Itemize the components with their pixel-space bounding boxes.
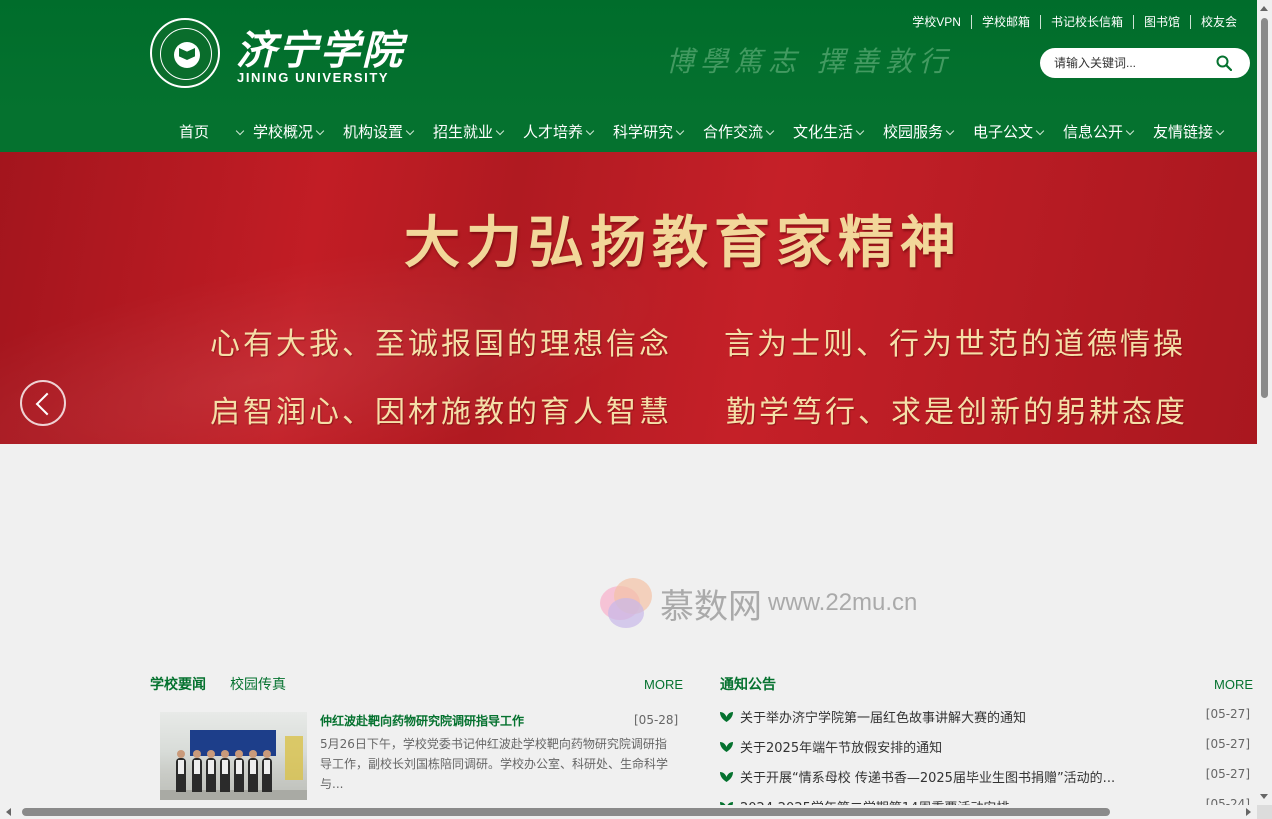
scroll-down-icon[interactable]: [1260, 794, 1268, 799]
main-nav: 首页 学校概况 机构设置 招生就业 人才培养 科学研究 合作交流 文化生活 校园…: [0, 112, 1257, 152]
news-more-link[interactable]: MORE: [644, 677, 683, 692]
tab-campus-news[interactable]: 校园传真: [230, 674, 286, 694]
vertical-scrollbar[interactable]: [1257, 0, 1272, 805]
top-utility-links: 学校VPN 学校邮箱 书记校长信箱 图书馆 校友会: [902, 15, 1237, 29]
leaf-bullet-icon: [720, 742, 733, 752]
banner-line-1: 心有大我、至诚报国的理想信念: [210, 327, 672, 362]
chevron-down-icon: [855, 126, 865, 136]
book-emblem-icon: [174, 42, 200, 68]
top-link-vpn[interactable]: 学校VPN: [902, 15, 972, 29]
featured-news-date: [05-28]: [634, 713, 679, 727]
search-icon[interactable]: [1216, 55, 1232, 71]
notices-title: 通知公告: [720, 677, 776, 693]
scrollbar-corner: [1257, 805, 1272, 819]
logo-english-name[interactable]: JINING UNIVERSITY: [237, 70, 389, 85]
chevron-down-icon: [495, 126, 505, 136]
hero-banner[interactable]: 大力弘扬教育家精神 心有大我、至诚报国的理想信念 言为士则、行为世范的道德情操 …: [0, 152, 1257, 444]
featured-news-title[interactable]: 仲红波赴靶向药物研究院调研指导工作: [320, 712, 524, 729]
university-seal-logo[interactable]: [150, 18, 220, 88]
banner-line-3: 启智润心、因材施教的育人智慧: [210, 395, 672, 430]
nav-item-e-documents[interactable]: 电子公文: [973, 112, 1045, 152]
leaf-bullet-icon: [720, 712, 733, 722]
chevron-down-icon: [235, 126, 245, 136]
watermark-logo-icon: [598, 578, 654, 628]
search-input[interactable]: [1054, 54, 1214, 72]
top-link-mailbox[interactable]: 书记校长信箱: [1041, 15, 1134, 29]
banner-line-2: 言为士则、行为世范的道德情操: [724, 327, 1186, 362]
watermark-en: www.22mu.cn: [768, 589, 918, 616]
featured-news-summary: 5月26日下午，学校党委书记仲红波赴学校靶向药物研究院调研指导工作，副校长刘国栋…: [320, 737, 669, 791]
scroll-left-icon[interactable]: [6, 808, 11, 816]
chevron-down-icon: [1215, 126, 1225, 136]
nav-item-cooperation[interactable]: 合作交流: [703, 112, 775, 152]
top-link-email[interactable]: 学校邮箱: [972, 15, 1041, 29]
school-motto: 博學篤志 擇善敦行: [666, 45, 953, 78]
list-item[interactable]: 关于2025年端午节放假安排的通知 [05-27]: [720, 737, 1250, 757]
site-header: 济宁学院 JINING UNIVERSITY 博學篤志 擇善敦行 学校VPN 学…: [0, 0, 1257, 112]
horizontal-scrollbar[interactable]: [0, 805, 1257, 819]
nav-item-culture[interactable]: 文化生活: [793, 112, 865, 152]
nav-item-research[interactable]: 科学研究: [613, 112, 685, 152]
scroll-right-icon[interactable]: [1246, 808, 1251, 816]
chevron-down-icon: [585, 126, 595, 136]
nav-item-disclosure[interactable]: 信息公开: [1063, 112, 1135, 152]
nav-item-institutions[interactable]: 机构设置: [343, 112, 415, 152]
watermark-cn: 慕数网: [660, 586, 762, 627]
nav-item-campus-services[interactable]: 校园服务: [883, 112, 955, 152]
chevron-down-icon: [945, 126, 955, 136]
banner-title: 大力弘扬教育家精神: [404, 210, 962, 276]
vertical-scroll-thumb[interactable]: [1261, 18, 1268, 398]
horizontal-scroll-thumb[interactable]: [22, 808, 1110, 816]
chevron-down-icon: [1035, 126, 1045, 136]
nav-item-links[interactable]: 友情链接: [1153, 112, 1225, 152]
top-link-library[interactable]: 图书馆: [1134, 15, 1191, 29]
notices-more-link[interactable]: MORE: [1214, 677, 1253, 692]
scroll-up-icon[interactable]: [1260, 6, 1268, 11]
chevron-down-icon: [315, 126, 325, 136]
carousel-prev-button[interactable]: [20, 380, 66, 426]
leaf-bullet-icon: [720, 772, 733, 782]
tab-school-news[interactable]: 学校要闻: [150, 674, 206, 694]
search-box: [1040, 48, 1250, 78]
chevron-down-icon: [675, 126, 685, 136]
watermark: 慕数网 www.22mu.cn: [598, 578, 917, 628]
logo-chinese-name[interactable]: 济宁学院: [236, 18, 404, 76]
nav-item-overview[interactable]: 学校概况: [253, 112, 325, 152]
chevron-down-icon: [1125, 126, 1135, 136]
top-link-alumni[interactable]: 校友会: [1191, 15, 1237, 29]
chevron-down-icon: [765, 126, 775, 136]
nav-item-home[interactable]: 首页: [179, 112, 245, 152]
chevron-down-icon: [405, 126, 415, 136]
list-item[interactable]: 关于举办济宁学院第一届红色故事讲解大赛的通知 [05-27]: [720, 707, 1250, 727]
banner-line-4: 勤学笃行、求是创新的躬耕态度: [726, 395, 1188, 430]
nav-item-admissions[interactable]: 招生就业: [433, 112, 505, 152]
list-item[interactable]: 关于开展“情系母校 传递书香—2025届毕业生图书捐赠”活动的... [05-2…: [720, 767, 1250, 787]
featured-news-image[interactable]: [160, 712, 307, 800]
nav-item-training[interactable]: 人才培养: [523, 112, 595, 152]
